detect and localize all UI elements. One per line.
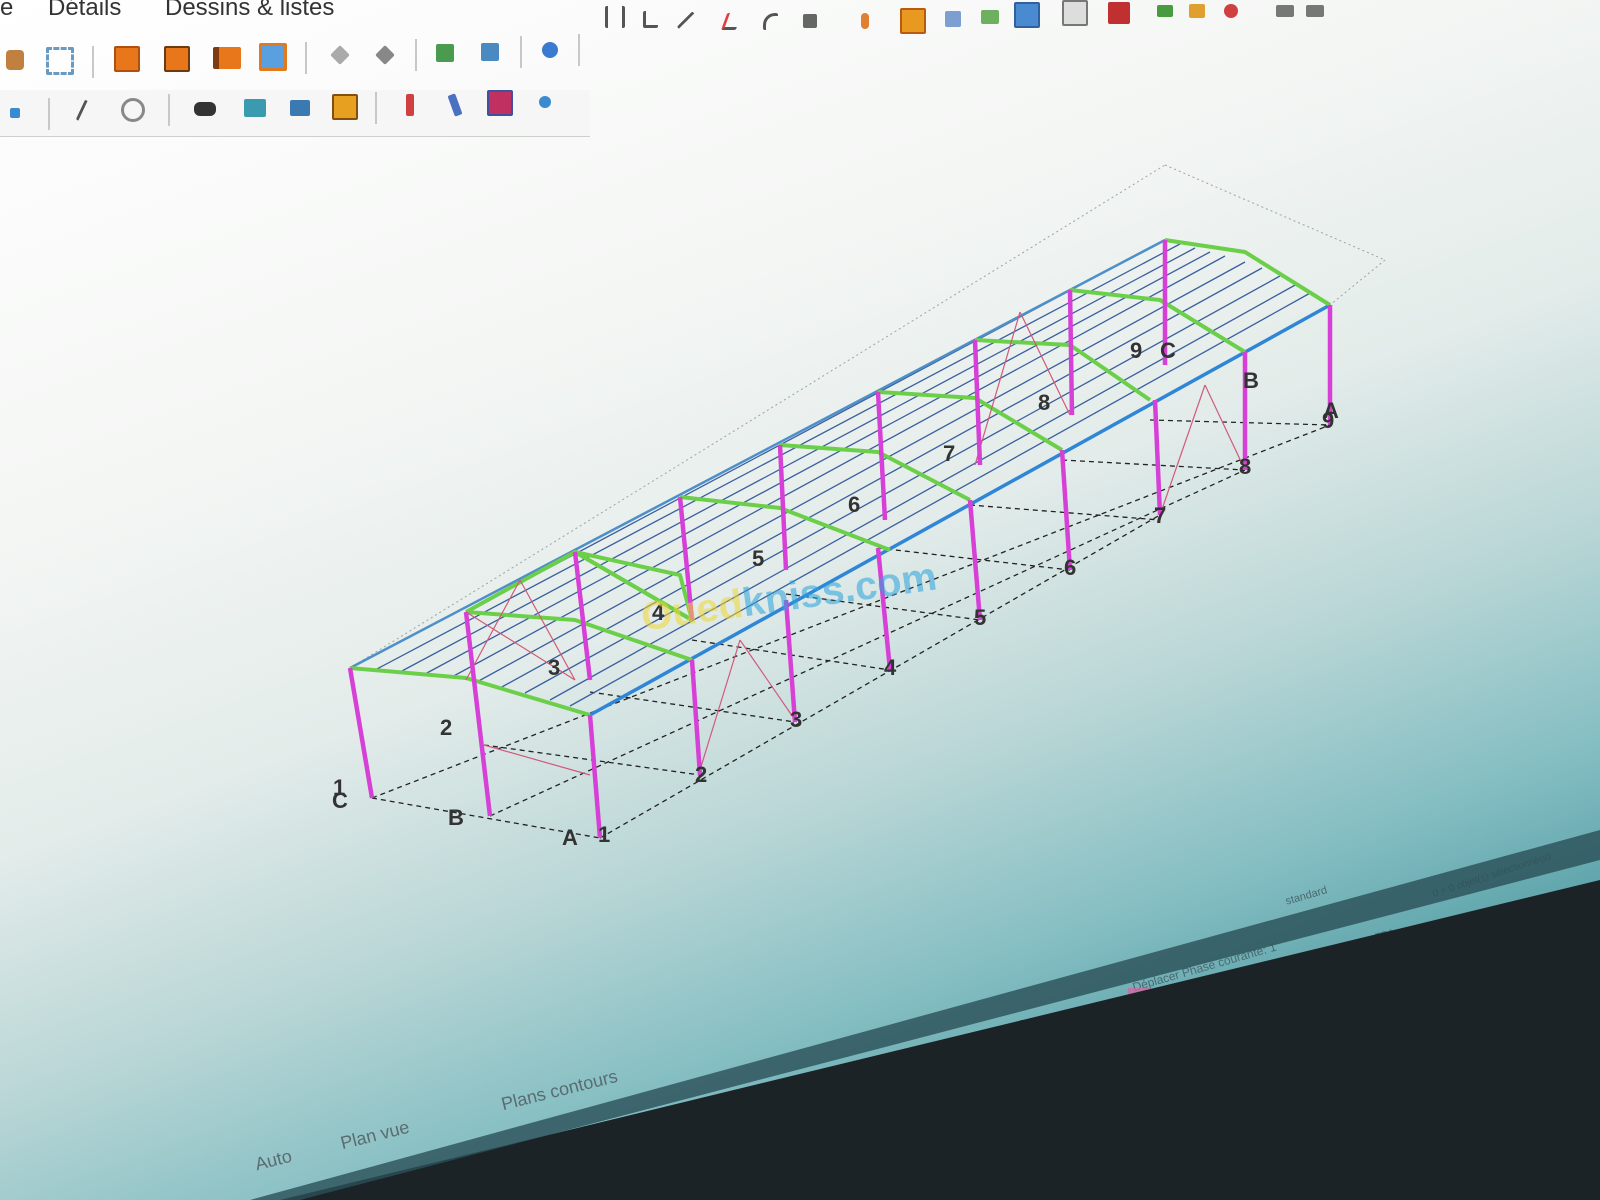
tools-icon[interactable]: [1182, 0, 1212, 26]
grid-label-A: A: [562, 825, 578, 850]
profile-icon[interactable]: [240, 93, 270, 123]
toolbar-third: [0, 90, 590, 137]
roof-purlins: [349, 239, 1313, 707]
grid-label-1-left: 1: [333, 775, 345, 800]
arrows-icon[interactable]: [1150, 0, 1180, 26]
grid-label-1: 1: [598, 822, 610, 847]
frame-label-8: 8: [1038, 390, 1050, 415]
separator: [92, 46, 94, 78]
menu-item-details[interactable]: Détails: [48, 0, 121, 22]
grid-label-B: B: [448, 805, 464, 830]
folder-icon[interactable]: [965, 1035, 993, 1055]
weld-icon[interactable]: [395, 90, 425, 120]
axis-icon[interactable]: [635, 4, 665, 34]
taskview-icon[interactable]: [850, 1075, 876, 1093]
move-icon[interactable]: [938, 4, 968, 34]
lasso-icon[interactable]: [45, 46, 75, 76]
beam-icon[interactable]: [112, 44, 142, 74]
undo-icon[interactable]: [1216, 0, 1246, 26]
part-icon[interactable]: [325, 40, 355, 70]
model-viewport[interactable]: 1 2 3 4 5 6 7 8 9 A B C 1 B C A 2 3 4 5 …: [0, 140, 1600, 1000]
edge-icon[interactable]: [1075, 1005, 1101, 1031]
separator: [520, 36, 522, 68]
separator: [305, 42, 307, 74]
component-icon[interactable]: [430, 38, 460, 68]
frame-label-3: 3: [548, 655, 560, 680]
component2-icon[interactable]: [475, 37, 505, 67]
grid-label-8: 8: [1239, 454, 1251, 479]
select-icon[interactable]: [0, 45, 30, 75]
grid-label-2: 2: [695, 762, 707, 787]
grid-label-4: 4: [884, 655, 897, 680]
grid-icon[interactable]: [600, 2, 630, 32]
material-icon[interactable]: [330, 92, 360, 122]
menu-item-drawings-lists[interactable]: Dessins & listes: [165, 0, 334, 22]
measure-icon[interactable]: [672, 6, 702, 36]
plate-icon[interactable]: [258, 42, 288, 72]
menu-item-file[interactable]: e: [0, 0, 13, 22]
frame-label-7: 7: [943, 441, 955, 466]
toolbar-second: [0, 34, 1600, 86]
binoculars-icon[interactable]: [190, 94, 220, 124]
help-icon[interactable]: [535, 35, 565, 65]
grid-label-B-far: B: [1243, 368, 1259, 393]
grid-label-A-far: A: [1323, 398, 1339, 423]
dimension-icon[interactable]: [795, 6, 825, 36]
part-arrow-icon[interactable]: [370, 40, 400, 70]
separator: [578, 34, 580, 66]
grid-label-7: 7: [1154, 503, 1166, 528]
column-icon[interactable]: [212, 43, 242, 73]
steel-frame-model: 1 2 3 4 5 6 7 8 9 A B C 1 B C A 2 3 4 5 …: [332, 164, 1386, 850]
grid-label-3: 3: [790, 707, 802, 732]
frame-label-6: 6: [848, 492, 860, 517]
separator: [48, 98, 50, 130]
grid-label-6: 6: [1064, 555, 1076, 580]
store-icon[interactable]: [1020, 1020, 1048, 1044]
screen: e Détails Dessins & listes 1 2 3 4 5 6 7…: [0, 0, 1600, 1200]
angle-icon[interactable]: [716, 6, 746, 36]
bolt-icon[interactable]: [530, 87, 560, 117]
separator: [375, 92, 377, 124]
cut-icon[interactable]: [440, 90, 470, 120]
search-icon[interactable]: [540, 1155, 558, 1173]
snap-center-icon[interactable]: [118, 95, 148, 125]
snap-point-icon[interactable]: [0, 98, 30, 128]
grid-label-5: 5: [974, 605, 986, 630]
table-icon[interactable]: [1012, 0, 1042, 30]
slab-icon[interactable]: [162, 44, 192, 74]
grid-label-C-far: C: [1160, 338, 1176, 363]
report-icon[interactable]: [1060, 0, 1090, 28]
snap-line-icon[interactable]: [68, 96, 98, 126]
pin-icon[interactable]: [850, 6, 880, 36]
layers-icon[interactable]: [975, 2, 1005, 32]
taskbar: [0, 988, 1600, 1200]
frame-label-5: 5: [752, 546, 764, 571]
window2-icon[interactable]: [1300, 0, 1330, 26]
ground-gridlines: [371, 419, 1331, 839]
separator: [415, 39, 417, 71]
copy-icon[interactable]: [898, 6, 928, 36]
checker-icon[interactable]: [1104, 0, 1134, 28]
separator: [168, 94, 170, 126]
frame-label-2: 2: [440, 715, 452, 740]
window-icon[interactable]: [1270, 0, 1300, 26]
app-icon[interactable]: [1128, 988, 1152, 1012]
numbering-icon[interactable]: [285, 93, 315, 123]
fitting-icon[interactable]: [485, 88, 515, 118]
frame-label-9: 9: [1130, 338, 1142, 363]
arc-icon[interactable]: [755, 6, 785, 36]
chat-icon[interactable]: [910, 1055, 938, 1079]
roof-bracing: [465, 311, 1246, 776]
